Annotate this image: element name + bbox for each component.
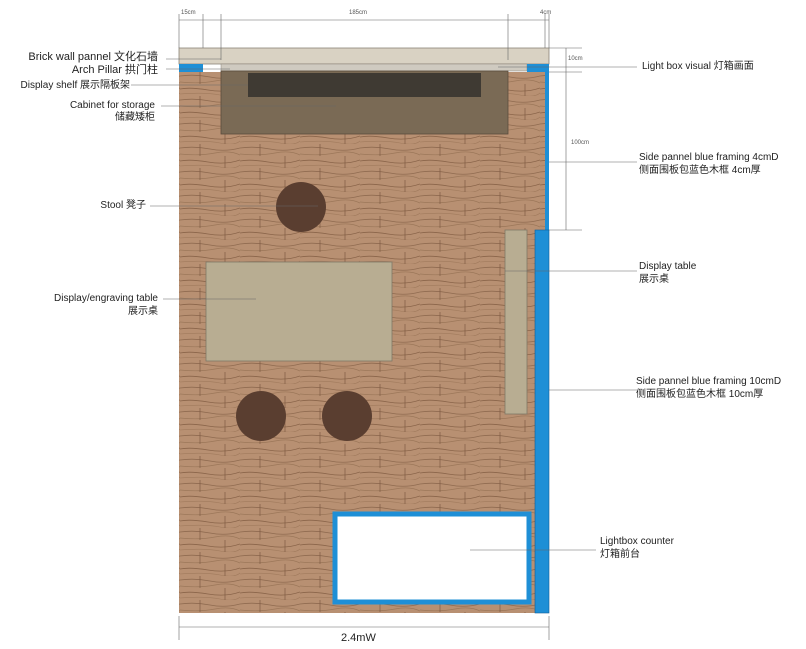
label-lightbox-counter: Lightbox counter — [600, 536, 674, 547]
dim-pillar-width: 15cm — [181, 10, 196, 16]
dim-lightbox-depth: 10cm — [568, 56, 583, 62]
label-side-frame-4cm-cn: 侧面围板包蓝色木框 4cm厚 — [639, 165, 761, 176]
dim-total-width: 2.4mW — [341, 632, 376, 644]
arch-pillar-right — [527, 64, 549, 72]
engraving-table — [205, 261, 393, 362]
label-lightbox-counter-cn: 灯箱前台 — [600, 549, 640, 560]
label-light-box-visual: Light box visual 灯箱画面 — [642, 61, 754, 72]
label-cabinet: Cabinet for storage — [69, 100, 155, 111]
label-side-frame-10cm: Side pannel blue framing 10cmD — [636, 376, 782, 387]
label-stool: Stool 凳子 — [100, 200, 146, 211]
arch-pillar-left — [179, 64, 203, 72]
floor-plan — [131, 14, 637, 640]
label-display-table-cn: 展示桌 — [639, 274, 669, 285]
stool-left — [236, 391, 286, 441]
stool-right — [322, 391, 372, 441]
lightbox-counter — [332, 511, 532, 605]
dim-side-height: 100cm — [571, 140, 590, 146]
light-box-visual — [220, 63, 528, 72]
label-side-frame-10cm-cn: 侧面围板包蓝色木框 10cm厚 — [636, 389, 764, 400]
label-arch-pillar: Arch Pillar 拱门柱 — [71, 64, 158, 76]
label-brick-wall: Brick wall pannel 文化石墙 — [28, 51, 158, 63]
display-shelf — [248, 73, 481, 97]
label-engraving-table: Display/engraving table — [54, 293, 158, 304]
dim-inner-width: 185cm — [349, 10, 368, 16]
side-frame-10cm — [534, 229, 550, 614]
label-cabinet-cn: 储藏矮柜 — [115, 112, 155, 123]
label-side-frame-4cm: Side pannel blue framing 4cmD — [639, 152, 779, 163]
label-display-shelf: Display shelf 展示隔板架 — [20, 80, 130, 91]
brick-wall-panel — [178, 47, 550, 65]
dim-right-frame: 4cm — [540, 10, 552, 16]
side-frame-4cm — [545, 72, 549, 230]
display-table — [504, 229, 528, 415]
label-engraving-table-cn: 展示桌 — [128, 306, 158, 317]
label-display-table: Display table — [639, 261, 697, 272]
stool-top — [276, 182, 326, 232]
